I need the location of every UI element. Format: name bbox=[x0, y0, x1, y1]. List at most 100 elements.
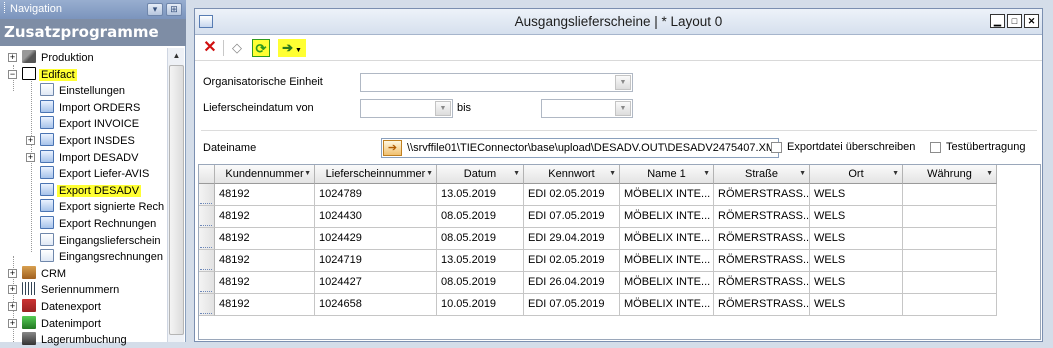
tree-item[interactable]: Import DESADV bbox=[40, 149, 140, 166]
row-selector[interactable] bbox=[199, 184, 215, 206]
cancel-icon[interactable]: ✕ bbox=[201, 39, 219, 57]
table-cell[interactable]: MÖBELIX INTE... bbox=[620, 184, 714, 206]
filter-dropdown-icon[interactable]: ▼ bbox=[892, 165, 899, 183]
refresh-button[interactable]: ⟳ bbox=[252, 39, 270, 57]
table-cell[interactable] bbox=[903, 272, 997, 294]
table-cell[interactable]: 08.05.2019 bbox=[437, 228, 524, 250]
table-cell[interactable]: WELS bbox=[810, 294, 903, 316]
table-cell[interactable]: MÖBELIX INTE... bbox=[620, 272, 714, 294]
tree-item[interactable]: Export INSDES bbox=[40, 133, 137, 149]
table-cell[interactable]: WELS bbox=[810, 228, 903, 250]
table-cell[interactable]: 48192 bbox=[215, 294, 315, 316]
test-transfer-checkbox[interactable] bbox=[930, 142, 941, 153]
table-cell[interactable]: 1024427 bbox=[315, 272, 437, 294]
table-cell[interactable]: RÖMERSTRASS... bbox=[714, 272, 810, 294]
table-cell[interactable]: EDI 02.05.2019 bbox=[524, 250, 620, 272]
maximize-button[interactable]: □ bbox=[1007, 14, 1022, 28]
column-header[interactable]: Ort ▼ bbox=[810, 165, 903, 184]
date-to-input[interactable]: ▼ bbox=[541, 99, 633, 118]
filter-dropdown-icon[interactable]: ▼ bbox=[986, 165, 993, 183]
filter-dropdown-icon[interactable]: ▼ bbox=[513, 165, 520, 183]
table-cell[interactable]: 48192 bbox=[215, 272, 315, 294]
export-button[interactable]: ➔ ▼ bbox=[278, 39, 306, 57]
table-cell[interactable]: EDI 02.05.2019 bbox=[524, 184, 620, 206]
calendar-dropdown-icon[interactable]: ▼ bbox=[435, 101, 451, 116]
filter-dropdown-icon[interactable]: ▼ bbox=[703, 165, 710, 183]
calendar-dropdown-icon[interactable]: ▼ bbox=[615, 101, 631, 116]
tree-item[interactable]: Export Rechnungen bbox=[40, 216, 158, 232]
scrollbar-thumb[interactable] bbox=[169, 65, 184, 335]
collapse-panel-button[interactable]: ▾ bbox=[147, 3, 163, 16]
column-header[interactable]: Währung ▼ bbox=[903, 165, 997, 184]
tree-item[interactable]: Seriennummern bbox=[22, 282, 121, 298]
tree-item[interactable]: Datenexport bbox=[22, 299, 103, 315]
table-cell[interactable]: 48192 bbox=[215, 184, 315, 206]
table-cell[interactable]: 08.05.2019 bbox=[437, 272, 524, 294]
table-cell[interactable]: RÖMERSTRASS... bbox=[714, 206, 810, 228]
table-cell[interactable]: 48192 bbox=[215, 250, 315, 272]
tree-item[interactable]: CRM bbox=[22, 265, 68, 282]
filter-dropdown-icon[interactable]: ▼ bbox=[609, 165, 616, 183]
tree-item[interactable]: Export DESADV bbox=[40, 182, 142, 199]
org-unit-select[interactable]: ▼ bbox=[360, 73, 633, 92]
column-header[interactable]: Name 1 ▼ bbox=[620, 165, 714, 184]
table-cell[interactable] bbox=[903, 250, 997, 272]
tree-expander[interactable]: + bbox=[8, 268, 17, 278]
table-cell[interactable] bbox=[903, 206, 997, 228]
table-cell[interactable]: MÖBELIX INTE... bbox=[620, 250, 714, 272]
filter-dropdown-icon[interactable]: ▼ bbox=[304, 165, 311, 183]
grid-corner[interactable] bbox=[199, 165, 215, 184]
tree-item[interactable]: Export signierte Rech bbox=[40, 199, 166, 215]
arrow-right-icon[interactable]: ➔ bbox=[383, 140, 402, 156]
eraser-icon[interactable]: ◇ bbox=[228, 39, 246, 57]
table-cell[interactable]: 13.05.2019 bbox=[437, 250, 524, 272]
table-cell[interactable]: 1024789 bbox=[315, 184, 437, 206]
tree-item[interactable]: Einstellungen bbox=[40, 83, 127, 99]
row-selector[interactable] bbox=[199, 206, 215, 228]
table-cell[interactable]: 08.05.2019 bbox=[437, 206, 524, 228]
navigation-scrollbar[interactable]: ▲ bbox=[167, 48, 184, 342]
table-cell[interactable]: WELS bbox=[810, 272, 903, 294]
table-cell[interactable]: RÖMERSTRASS... bbox=[714, 294, 810, 316]
row-selector[interactable] bbox=[199, 294, 215, 316]
table-cell[interactable] bbox=[903, 228, 997, 250]
column-header[interactable]: Kennwort ▼ bbox=[524, 165, 620, 184]
row-selector[interactable] bbox=[199, 250, 215, 272]
tree-item[interactable]: Produktion bbox=[22, 50, 96, 66]
row-selector[interactable] bbox=[199, 272, 215, 294]
pin-panel-button[interactable]: ⊞ bbox=[166, 3, 182, 16]
table-cell[interactable]: MÖBELIX INTE... bbox=[620, 206, 714, 228]
table-cell[interactable]: RÖMERSTRASS... bbox=[714, 184, 810, 206]
tree-item[interactable]: Edifact bbox=[22, 66, 77, 83]
column-header[interactable]: Straße ▼ bbox=[714, 165, 810, 184]
tree-item[interactable]: Export INVOICE bbox=[40, 116, 141, 132]
filter-dropdown-icon[interactable]: ▼ bbox=[799, 165, 806, 183]
table-cell[interactable]: 1024719 bbox=[315, 250, 437, 272]
table-cell[interactable]: WELS bbox=[810, 250, 903, 272]
table-cell[interactable] bbox=[903, 294, 997, 316]
column-header[interactable]: Lieferscheinnummer ▼ bbox=[315, 165, 437, 184]
minimize-button[interactable]: ▁ bbox=[990, 14, 1005, 28]
tree-item[interactable]: Import ORDERS bbox=[40, 99, 142, 116]
filename-field[interactable]: ➔ \\srvffile01\TIEConnector\base\upload\… bbox=[381, 138, 781, 158]
table-cell[interactable]: EDI 07.05.2019 bbox=[524, 206, 620, 228]
table-cell[interactable]: WELS bbox=[810, 206, 903, 228]
scroll-up-icon[interactable]: ▲ bbox=[169, 48, 184, 63]
table-cell[interactable]: 1024430 bbox=[315, 206, 437, 228]
table-cell[interactable]: 1024429 bbox=[315, 228, 437, 250]
tree-item[interactable]: Eingangslieferschein bbox=[40, 232, 163, 249]
table-cell[interactable]: 48192 bbox=[215, 206, 315, 228]
column-header[interactable]: Datum ▼ bbox=[437, 165, 524, 184]
table-cell[interactable]: EDI 26.04.2019 bbox=[524, 272, 620, 294]
table-cell[interactable]: EDI 29.04.2019 bbox=[524, 228, 620, 250]
table-cell[interactable] bbox=[903, 184, 997, 206]
tree-expander[interactable]: + bbox=[26, 136, 35, 145]
table-cell[interactable]: EDI 07.05.2019 bbox=[524, 294, 620, 316]
table-cell[interactable]: 13.05.2019 bbox=[437, 184, 524, 206]
table-cell[interactable]: WELS bbox=[810, 184, 903, 206]
table-cell[interactable]: RÖMERSTRASS... bbox=[714, 250, 810, 272]
tree-expander[interactable]: + bbox=[8, 302, 17, 311]
tree-expander[interactable]: + bbox=[8, 53, 17, 62]
tree-expander[interactable]: + bbox=[8, 285, 17, 295]
column-header[interactable]: Kundennummer ▼ bbox=[215, 165, 315, 184]
